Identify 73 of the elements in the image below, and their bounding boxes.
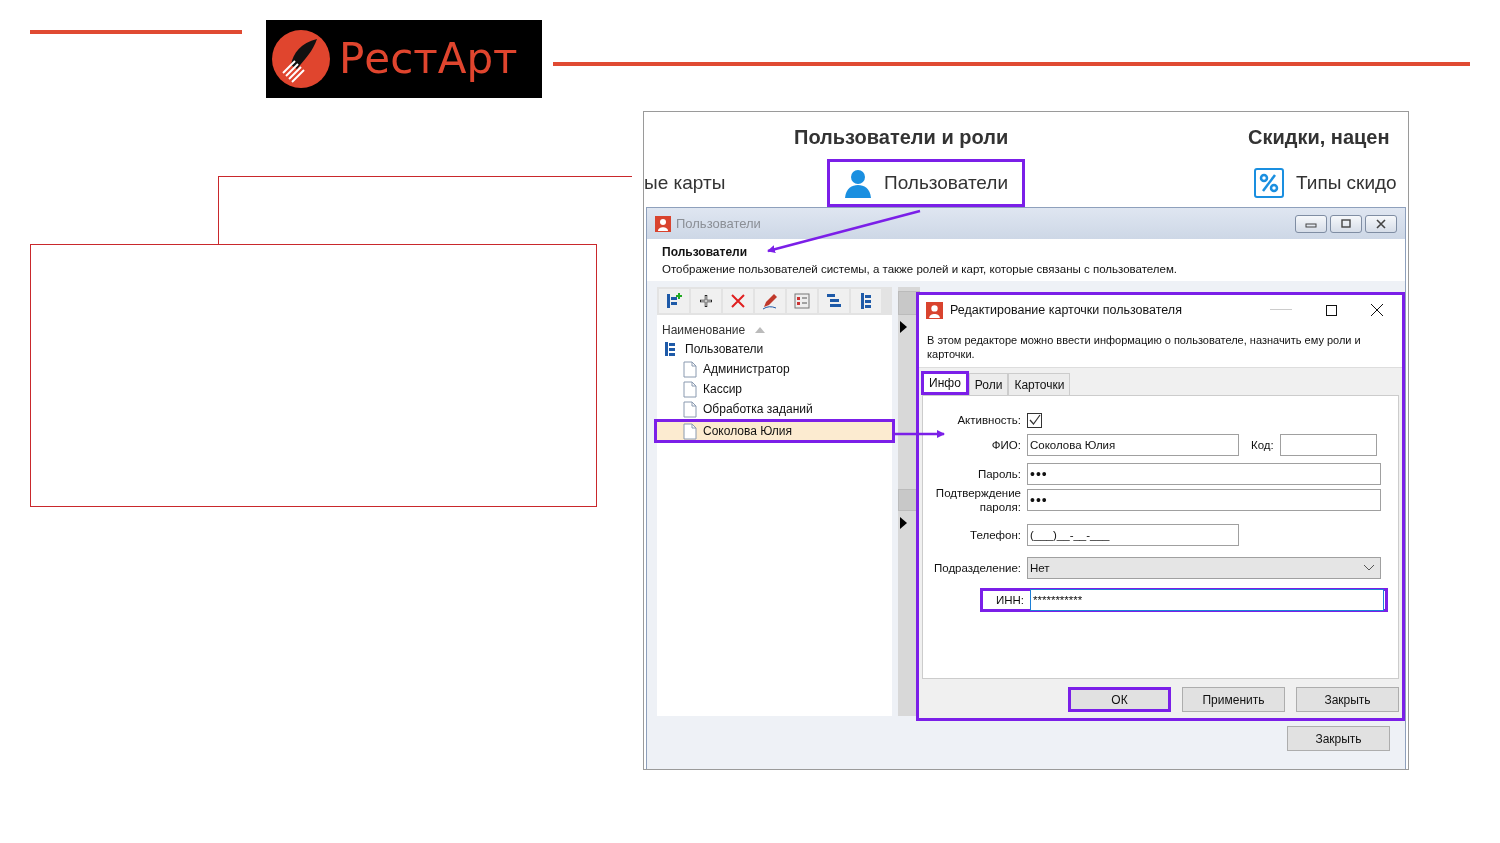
field-label: Активность:: [956, 413, 1022, 427]
field-label: Пароль:: [976, 467, 1022, 481]
ribbon-group-title: Пользователи и роли: [794, 126, 1009, 149]
input-field[interactable]: [1279, 434, 1377, 456]
restore-icon: [1340, 218, 1352, 229]
delete-button[interactable]: [723, 289, 753, 313]
tree-add-icon: [665, 292, 683, 310]
tree-item[interactable]: Кассир: [654, 379, 895, 399]
dropdown[interactable]: Нет: [1027, 557, 1381, 579]
list-button[interactable]: [787, 289, 817, 313]
tree-item[interactable]: Пользователи: [685, 342, 764, 356]
tree-item[interactable]: Администратор: [654, 359, 895, 379]
input-field[interactable]: Соколова Юлия: [1027, 434, 1239, 456]
close-button[interactable]: Закрыть: [1287, 726, 1390, 751]
restore-button[interactable]: [1330, 214, 1362, 233]
tab[interactable]: Инфо: [921, 371, 969, 395]
phone-field[interactable]: (___)__-__-___: [1027, 524, 1239, 546]
document-icon: [683, 422, 697, 440]
ribbon-button[interactable]: ые карты: [644, 159, 740, 207]
user-card-icon: [926, 301, 943, 319]
dialog-button[interactable]: Применить: [1182, 687, 1285, 712]
tree-button[interactable]: [851, 289, 881, 313]
close-icon[interactable]: [1371, 304, 1383, 316]
document-icon: [683, 400, 697, 418]
pencil-icon: [761, 292, 779, 310]
ribbon-group-title: Скидки, нацен: [1248, 126, 1390, 149]
plus-icon: [697, 292, 715, 310]
close-icon: [1375, 218, 1387, 229]
section-description: Отображение пользователей системы, а также ролей и карт, которые связаны с пользователем.: [662, 263, 1179, 275]
field-label: ФИО:: [990, 438, 1022, 452]
fork-logo-icon: [271, 29, 331, 89]
pencil-button[interactable]: [755, 289, 785, 313]
checkbox[interactable]: [1027, 412, 1042, 428]
close-button[interactable]: [1365, 214, 1397, 233]
field-label: ИНН:: [994, 593, 1025, 607]
tree-indent-button[interactable]: [819, 289, 849, 313]
tree-add-button[interactable]: [659, 289, 689, 313]
maximize-icon[interactable]: [1326, 304, 1337, 316]
ribbon-button[interactable]: Пользователи: [827, 159, 1025, 207]
tree-indent-icon: [825, 292, 843, 310]
field-label: Подразделение:: [933, 561, 1022, 575]
dialog-button[interactable]: ОК: [1068, 687, 1171, 712]
list-icon: [793, 292, 811, 310]
row-pointer-icon: [900, 321, 907, 333]
dialog-description: В этом редакторе можно ввести информацию о пользователе, назначить ему роли и карточки.: [919, 325, 1402, 367]
percent-icon: [1254, 168, 1284, 198]
tab[interactable]: Роли: [968, 373, 1009, 395]
delete-icon: [729, 292, 747, 310]
field-label: Код:: [1251, 439, 1274, 451]
user-card-icon: [655, 215, 671, 232]
logo-text: РестАрт: [339, 38, 518, 80]
column-header[interactable]: Наименование: [662, 323, 746, 337]
row-pointer-icon: [900, 517, 907, 529]
tab[interactable]: Карточки: [1008, 373, 1071, 395]
field-label: Телефон:: [969, 528, 1022, 542]
tree-icon: [664, 342, 676, 356]
window-title: Пользователи: [676, 216, 761, 231]
plus-button[interactable]: [691, 289, 721, 313]
document-icon: [683, 360, 697, 378]
input-field[interactable]: ***********: [1030, 589, 1384, 611]
sort-ascending-icon: [755, 327, 766, 333]
password-field[interactable]: •••: [1027, 463, 1381, 485]
password-field[interactable]: •••: [1027, 489, 1381, 511]
field-label: Подтверждение пароля:: [934, 486, 1022, 514]
section-heading: Пользователи: [662, 245, 749, 259]
ribbon-button[interactable]: Типы скидо: [1240, 159, 1408, 207]
dialog-title: Редактирование карточки пользователя: [950, 303, 1182, 317]
document-icon: [683, 380, 697, 398]
tree-item[interactable]: Соколова Юлия: [654, 419, 895, 443]
dialog-button[interactable]: Закрыть: [1296, 687, 1399, 712]
user-icon: [844, 168, 872, 198]
tree-item[interactable]: Обработка заданий: [654, 399, 895, 419]
minimize-button[interactable]: [1295, 214, 1327, 233]
